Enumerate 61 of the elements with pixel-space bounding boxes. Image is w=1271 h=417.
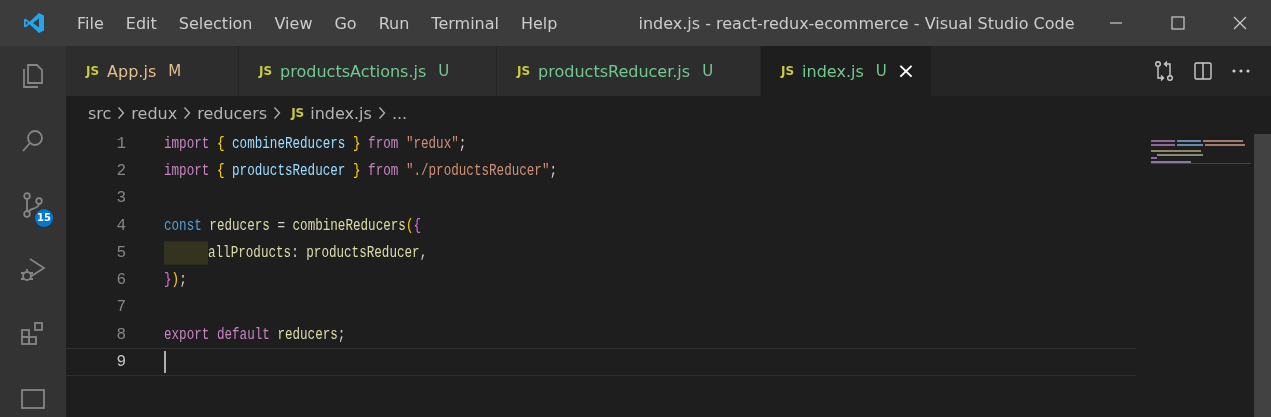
- code-line: const reducers = combineReducers({: [164, 216, 421, 235]
- menu-item[interactable]: Go: [323, 13, 368, 33]
- line-number: 1: [115, 134, 126, 153]
- js-file-icon: JS: [259, 64, 273, 78]
- tab-label: index.js: [802, 61, 864, 81]
- line-number: 4: [115, 216, 126, 235]
- compare-changes-icon[interactable]: [1153, 60, 1175, 82]
- git-status: M: [168, 62, 182, 80]
- code-line: allProducts: productsReducer,: [164, 241, 428, 265]
- line-number: 2: [115, 161, 126, 180]
- js-file-icon: JS: [291, 106, 305, 120]
- line-number: 3: [115, 189, 126, 208]
- chevron-icon: [183, 106, 192, 120]
- js-file-icon: JS: [517, 64, 531, 78]
- breadcrumb-item[interactable]: reducers: [197, 103, 268, 123]
- code-line: import { productsReducer } from "./productsReducer";: [164, 161, 558, 181]
- tab-label: productsActions.js: [280, 61, 427, 81]
- git-status: U: [438, 62, 450, 80]
- line-number: 9: [115, 353, 126, 371]
- editor-tab[interactable]: JS productsActions.js U: [239, 46, 497, 96]
- menu-item[interactable]: Help: [509, 13, 569, 33]
- minimap-drawing[interactable]: [1151, 140, 1251, 164]
- text-cursor: [164, 351, 166, 373]
- editor-tab[interactable]: JS index.js U ×: [761, 46, 932, 96]
- breadcrumb-item[interactable]: src: [88, 103, 112, 123]
- breadcrumb-item[interactable]: redux: [131, 103, 178, 123]
- maximize-icon[interactable]: [1171, 16, 1185, 30]
- scrollbar[interactable]: [1254, 134, 1271, 417]
- git-status: U: [702, 62, 714, 80]
- git-status: U: [875, 62, 887, 80]
- js-file-icon: JS: [781, 64, 795, 78]
- menu-item[interactable]: Run: [367, 13, 421, 33]
- split-editor-icon[interactable]: [1193, 61, 1213, 81]
- editor-tab[interactable]: JS productsReducer.js U: [497, 46, 761, 96]
- editor-tab[interactable]: JS App.js M: [66, 46, 239, 96]
- line-number: 6: [115, 271, 126, 290]
- window-title: index.js - react-redux-ecommerce - Visual Studio Code: [638, 13, 1076, 33]
- close-tab-button[interactable]: ×: [896, 60, 916, 82]
- code-line: import { combineReducers } from "redux";: [164, 134, 467, 153]
- menu-item[interactable]: File: [66, 13, 115, 33]
- line-number: 7: [115, 298, 126, 317]
- app-logo-icon: [22, 11, 46, 35]
- chevron-icon: [273, 106, 282, 120]
- count-badge: 15: [35, 209, 53, 227]
- js-file-icon: JS: [86, 64, 100, 78]
- close-icon[interactable]: [1233, 16, 1247, 30]
- chevron-icon: [117, 106, 126, 120]
- menu-item[interactable]: Terminal: [420, 13, 510, 33]
- chevron-icon: [377, 106, 386, 120]
- menu-item[interactable]: Selection: [167, 13, 264, 33]
- line-number: 5: [115, 243, 126, 262]
- code-line: });: [164, 271, 187, 290]
- more-actions-icon[interactable]: [1231, 68, 1251, 74]
- menu-item[interactable]: View: [263, 13, 324, 33]
- breadcrumb-item[interactable]: index.js: [310, 103, 372, 123]
- tab-label: productsReducer.js: [538, 61, 691, 81]
- code-line: export default reducers;: [164, 325, 346, 344]
- tab-label: App.js: [107, 61, 157, 81]
- line-number: 8: [115, 325, 126, 344]
- menu-item[interactable]: Edit: [114, 13, 168, 33]
- breadcrumb-item[interactable]: ...: [391, 103, 408, 123]
